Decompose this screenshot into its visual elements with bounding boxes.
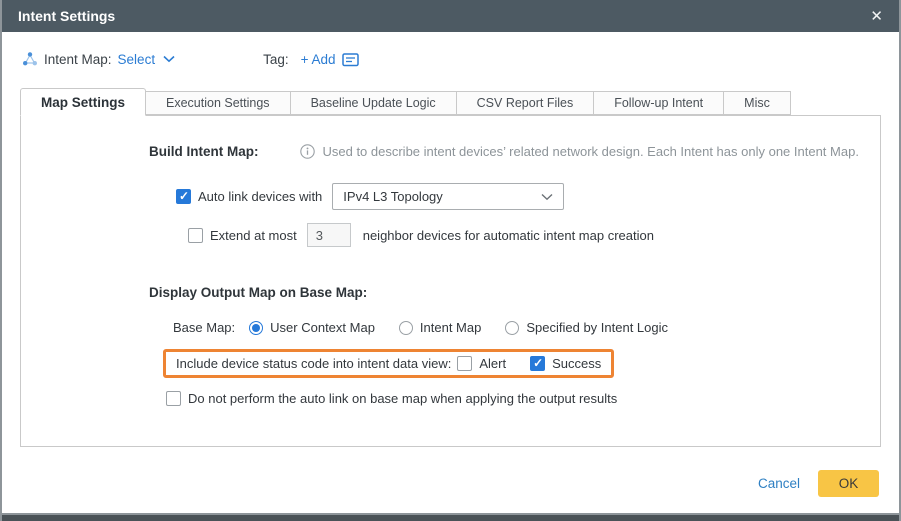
highlight-annotation-box: Include device status code into intent d… [163, 349, 614, 378]
intent-map-icon [22, 51, 38, 67]
intent-map-radio-label: Intent Map [420, 320, 481, 335]
auto-link-label: Auto link devices with [198, 189, 322, 204]
extend-count-input[interactable] [307, 223, 351, 247]
alert-label: Alert [479, 356, 506, 371]
specified-by-intent-logic-label: Specified by Intent Logic [526, 320, 668, 335]
dialog-title: Intent Settings [18, 8, 115, 24]
tab-csv-report-files[interactable]: CSV Report Files [457, 91, 595, 115]
tab-execution-settings[interactable]: Execution Settings [146, 91, 291, 115]
chevron-down-icon[interactable] [163, 55, 175, 63]
radio-user-context-map[interactable]: User Context Map [249, 320, 375, 335]
success-label: Success [552, 356, 601, 371]
base-map-label: Base Map: [173, 320, 235, 335]
build-intent-map-info: Used to describe intent devices’ related… [300, 144, 858, 159]
info-icon [300, 144, 315, 159]
tag-add-button[interactable]: + Add [301, 52, 336, 67]
status-code-label: Include device status code into intent d… [176, 356, 451, 371]
build-intent-map-info-text: Used to describe intent devices’ related… [322, 144, 858, 159]
extend-label-before: Extend at most [210, 228, 297, 243]
tab-baseline-update-logic[interactable]: Baseline Update Logic [291, 91, 457, 115]
tab-follow-up-intent[interactable]: Follow-up Intent [594, 91, 724, 115]
alert-checkbox[interactable] [457, 356, 472, 371]
map-settings-panel: Build Intent Map: Used to describe inten… [20, 115, 881, 447]
specified-by-intent-logic-radio[interactable] [505, 321, 519, 335]
intent-map-label: Intent Map: [44, 52, 112, 67]
intent-map-radio[interactable] [399, 321, 413, 335]
tab-map-settings[interactable]: Map Settings [20, 88, 146, 116]
toolbar: Intent Map: Select Tag: + Add [22, 48, 899, 70]
user-context-map-radio[interactable] [249, 321, 263, 335]
display-output-heading: Display Output Map on Base Map: [149, 285, 880, 300]
user-context-map-label: User Context Map [270, 320, 375, 335]
no-auto-link-row: Do not perform the auto link on base map… [166, 391, 880, 406]
cancel-button[interactable]: Cancel [758, 476, 800, 491]
dialog-footer: Cancel OK [758, 470, 879, 497]
background-page-strip [2, 515, 899, 521]
intent-settings-dialog: Intent Settings ✕ Intent Map: Select Tag… [0, 0, 901, 521]
tag-group: Tag: + Add [263, 52, 358, 67]
select-chevron-down-icon [541, 189, 553, 204]
tag-list-icon[interactable] [342, 52, 359, 67]
base-map-row: Base Map: User Context Map Intent Map Sp… [173, 320, 880, 335]
build-intent-map-heading: Build Intent Map: [149, 144, 258, 159]
no-auto-link-checkbox[interactable] [166, 391, 181, 406]
radio-specified-by-intent-logic[interactable]: Specified by Intent Logic [505, 320, 668, 335]
radio-intent-map[interactable]: Intent Map [399, 320, 481, 335]
tag-label: Tag: [263, 52, 289, 67]
success-checkbox[interactable] [530, 356, 545, 371]
intent-map-select[interactable]: Select [118, 52, 156, 67]
auto-link-row: Auto link devices with IPv4 L3 Topology [176, 183, 880, 210]
extend-checkbox[interactable] [188, 228, 203, 243]
extend-row: Extend at most neighbor devices for auto… [188, 223, 880, 247]
build-intent-map-row: Build Intent Map: Used to describe inten… [149, 144, 880, 159]
tab-bar: Map Settings Execution Settings Baseline… [20, 88, 881, 115]
extend-label-after: neighbor devices for automatic intent ma… [363, 228, 654, 243]
tab-misc[interactable]: Misc [724, 91, 791, 115]
auto-link-checkbox[interactable] [176, 189, 191, 204]
ok-button[interactable]: OK [818, 470, 879, 497]
no-auto-link-label: Do not perform the auto link on base map… [188, 391, 617, 406]
close-icon[interactable]: ✕ [870, 7, 883, 25]
topology-select[interactable]: IPv4 L3 Topology [332, 183, 564, 210]
topology-select-value: IPv4 L3 Topology [343, 189, 443, 204]
dialog-titlebar: Intent Settings ✕ [2, 0, 899, 32]
